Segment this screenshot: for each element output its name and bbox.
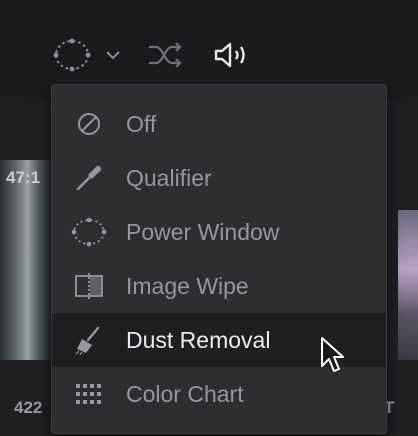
clip-thumbnail-right[interactable]: [398, 210, 418, 360]
viewer-mode-menu: Off Qualifier Power Window Image Wipe Du…: [51, 84, 387, 434]
color-chart-icon: [70, 376, 108, 412]
menu-item-label: Image Wipe: [126, 273, 249, 299]
dust-removal-brush-icon: [70, 322, 108, 358]
menu-item-label: Color Chart: [126, 381, 244, 407]
off-icon: [70, 106, 108, 142]
menu-item-label: Qualifier: [126, 165, 212, 191]
menu-item-image-wipe[interactable]: Image Wipe: [52, 259, 386, 313]
timecode-bottom: 422: [14, 398, 43, 417]
menu-item-qualifier[interactable]: Qualifier: [52, 151, 386, 205]
chevron-down-icon[interactable]: [104, 47, 122, 63]
image-wipe-icon: [70, 268, 108, 304]
menu-item-label: Power Window: [126, 219, 280, 245]
qualifier-eyedropper-icon: [70, 160, 108, 196]
power-window-icon[interactable]: [52, 37, 92, 73]
timecode-top: 47:1: [6, 168, 41, 187]
menu-item-label: Off: [126, 111, 157, 137]
menu-item-off[interactable]: Off: [52, 97, 386, 151]
mouse-cursor-icon: [321, 337, 344, 372]
clip-thumbnail-left[interactable]: [0, 160, 50, 360]
menu-item-power-window[interactable]: Power Window: [52, 205, 386, 259]
speaker-icon[interactable]: [212, 41, 252, 69]
power-window-icon: [70, 214, 108, 250]
menu-item-label: Dust Removal: [126, 327, 271, 353]
shuffle-icon[interactable]: [146, 42, 184, 68]
